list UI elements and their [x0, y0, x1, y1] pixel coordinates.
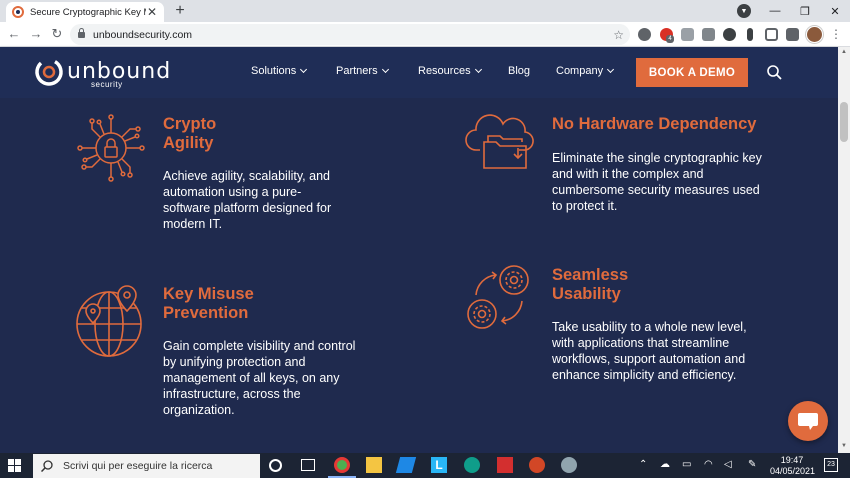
app-blue-icon[interactable] [395, 457, 417, 473]
chat-bubble-icon [798, 413, 818, 430]
extension-circle-icon[interactable] [638, 28, 651, 41]
profile-avatar[interactable] [806, 26, 823, 43]
app-grey-icon[interactable] [561, 457, 577, 473]
tab-close-icon[interactable]: ✕ [146, 6, 158, 18]
title-line: Crypto [163, 115, 217, 133]
title-line: Usability [552, 285, 621, 303]
taskbar-search-placeholder: Scrivi qui per eseguire la ricerca [63, 460, 213, 472]
logo-subtext: security [91, 80, 123, 89]
title-line: Seamless [552, 266, 629, 284]
feature-text-crypto-agility: Achieve agility, scalability, and automa… [163, 169, 332, 231]
browser-toolbar: ← → ↻ unboundsecurity.com ☆ 4 ⋮ [0, 22, 850, 47]
scroll-down-icon[interactable]: ▼ [840, 443, 848, 449]
chevron-down-icon [300, 65, 308, 74]
battery-icon[interactable]: ▭ [682, 459, 691, 470]
scroll-thumb[interactable] [840, 102, 848, 142]
chat-extension-icon[interactable] [681, 28, 694, 41]
pen-icon[interactable]: ✎ [748, 459, 756, 470]
nav-blog[interactable]: Blog [508, 65, 530, 77]
browser-tab[interactable]: Secure Cryptographic Key Manag ✕ [6, 2, 164, 22]
minimize-button[interactable]: — [760, 0, 790, 22]
taskbar-search[interactable]: Scrivi qui per eseguire la ricerca [33, 454, 260, 478]
url-text: unboundsecurity.com [93, 28, 193, 41]
forward-icon[interactable]: → [28, 26, 44, 42]
browser-menu-icon[interactable]: ⋮ [830, 27, 842, 41]
cloud-folder-icon [465, 114, 534, 169]
nav-resources[interactable]: Resources [418, 65, 482, 77]
title-line: Agility [163, 134, 214, 152]
task-view-icon[interactable] [301, 459, 315, 471]
feature-text-seamless-usability: Take usability to a whole new level, wit… [552, 320, 747, 382]
grid-extension-icon[interactable] [765, 28, 778, 41]
bookmark-star-icon[interactable]: ☆ [613, 28, 624, 42]
chevron-down-icon [474, 65, 482, 74]
puzzle-icon[interactable] [786, 28, 799, 41]
cortana-icon[interactable] [269, 459, 282, 472]
app-red-gear-icon[interactable] [497, 457, 513, 473]
gears-cycle-icon [467, 265, 529, 329]
title-line: No Hardware Dependency [552, 115, 757, 133]
restore-button[interactable]: ❐ [790, 0, 820, 22]
nav-label: Partners [336, 65, 378, 77]
feature-title-crypto-agility: Crypto Agility [163, 115, 216, 153]
address-bar[interactable]: unboundsecurity.com ☆ [70, 24, 630, 45]
site-header: unbound security Solutions Partners Reso… [0, 47, 838, 98]
chat-widget-button[interactable] [788, 401, 828, 441]
file-explorer-icon[interactable] [366, 457, 382, 473]
lock-icon [78, 27, 85, 39]
nav-label: Blog [508, 65, 531, 77]
nav-label: Company [556, 65, 604, 77]
clock-time: 19:47 [780, 455, 804, 465]
chevron-down-icon [381, 65, 389, 74]
search-icon [41, 460, 53, 472]
volume-icon[interactable]: ◁ [724, 459, 732, 470]
new-tab-button[interactable]: + [172, 2, 188, 20]
close-window-button[interactable]: ✕ [820, 0, 850, 22]
page-scrollbar[interactable]: ▲ ▼ [838, 47, 850, 453]
nav-partners[interactable]: Partners [336, 65, 389, 77]
powerpoint-icon[interactable] [529, 457, 545, 473]
title-line: Key Misuse [163, 285, 254, 303]
globe-location-icon [76, 285, 142, 357]
extension-badge: 4 [666, 35, 674, 43]
notification-center-icon[interactable]: 23 [824, 458, 838, 472]
windows-taskbar: Scrivi qui per eseguire la ricerca L ⌃ ☁… [0, 453, 850, 478]
system-clock[interactable]: 19:47 04/05/2021 [770, 455, 816, 477]
unbound-favicon-icon [12, 6, 24, 18]
scroll-up-icon[interactable]: ▲ [840, 49, 848, 55]
book-demo-button[interactable]: BOOK A DEMO [636, 58, 748, 87]
nav-label: Solutions [251, 65, 297, 77]
circuit-lock-icon [77, 114, 145, 182]
tray-chevron-icon[interactable]: ⌃ [639, 459, 647, 470]
feature-title-seamless-usability: Seamless Usability [552, 266, 628, 304]
back-icon[interactable]: ← [6, 26, 22, 42]
tray-cloud-icon[interactable]: ☁ [660, 459, 670, 470]
wifi-icon[interactable]: ◠ [704, 459, 713, 470]
feature-text-no-hardware: Eliminate the single cryptographic key a… [552, 151, 762, 213]
clock-date: 04/05/2021 [770, 466, 816, 476]
g-extension-icon[interactable] [702, 28, 715, 41]
feature-title-no-hardware: No Hardware Dependency [552, 115, 756, 134]
color-extension-icon[interactable] [723, 28, 736, 41]
logo-mark-icon [35, 58, 63, 86]
chrome-taskbar-icon[interactable] [334, 457, 350, 473]
tab-strip: Secure Cryptographic Key Manag ✕ + ▼ — ❐… [0, 0, 850, 22]
app-l-icon[interactable]: L [431, 457, 447, 473]
features-section: Crypto Agility Achieve agility, scalabil… [0, 98, 838, 453]
tab-search-icon[interactable]: ▼ [737, 4, 751, 18]
edge-icon[interactable] [464, 457, 480, 473]
nav-label: Resources [418, 65, 471, 77]
title-line: Prevention [163, 304, 249, 322]
reload-icon[interactable]: ↻ [49, 26, 65, 42]
nav-company[interactable]: Company [556, 65, 615, 77]
tab-title: Secure Cryptographic Key Manag [30, 6, 146, 18]
feature-text-key-misuse: Gain complete visibility and control by … [163, 339, 356, 417]
search-icon[interactable] [767, 65, 782, 80]
feature-title-key-misuse: Key Misuse Prevention [163, 285, 254, 323]
pin-extension-icon[interactable] [747, 28, 753, 41]
chevron-down-icon [607, 65, 615, 74]
nav-solutions[interactable]: Solutions [251, 65, 308, 77]
windows-start-icon[interactable] [8, 459, 21, 472]
